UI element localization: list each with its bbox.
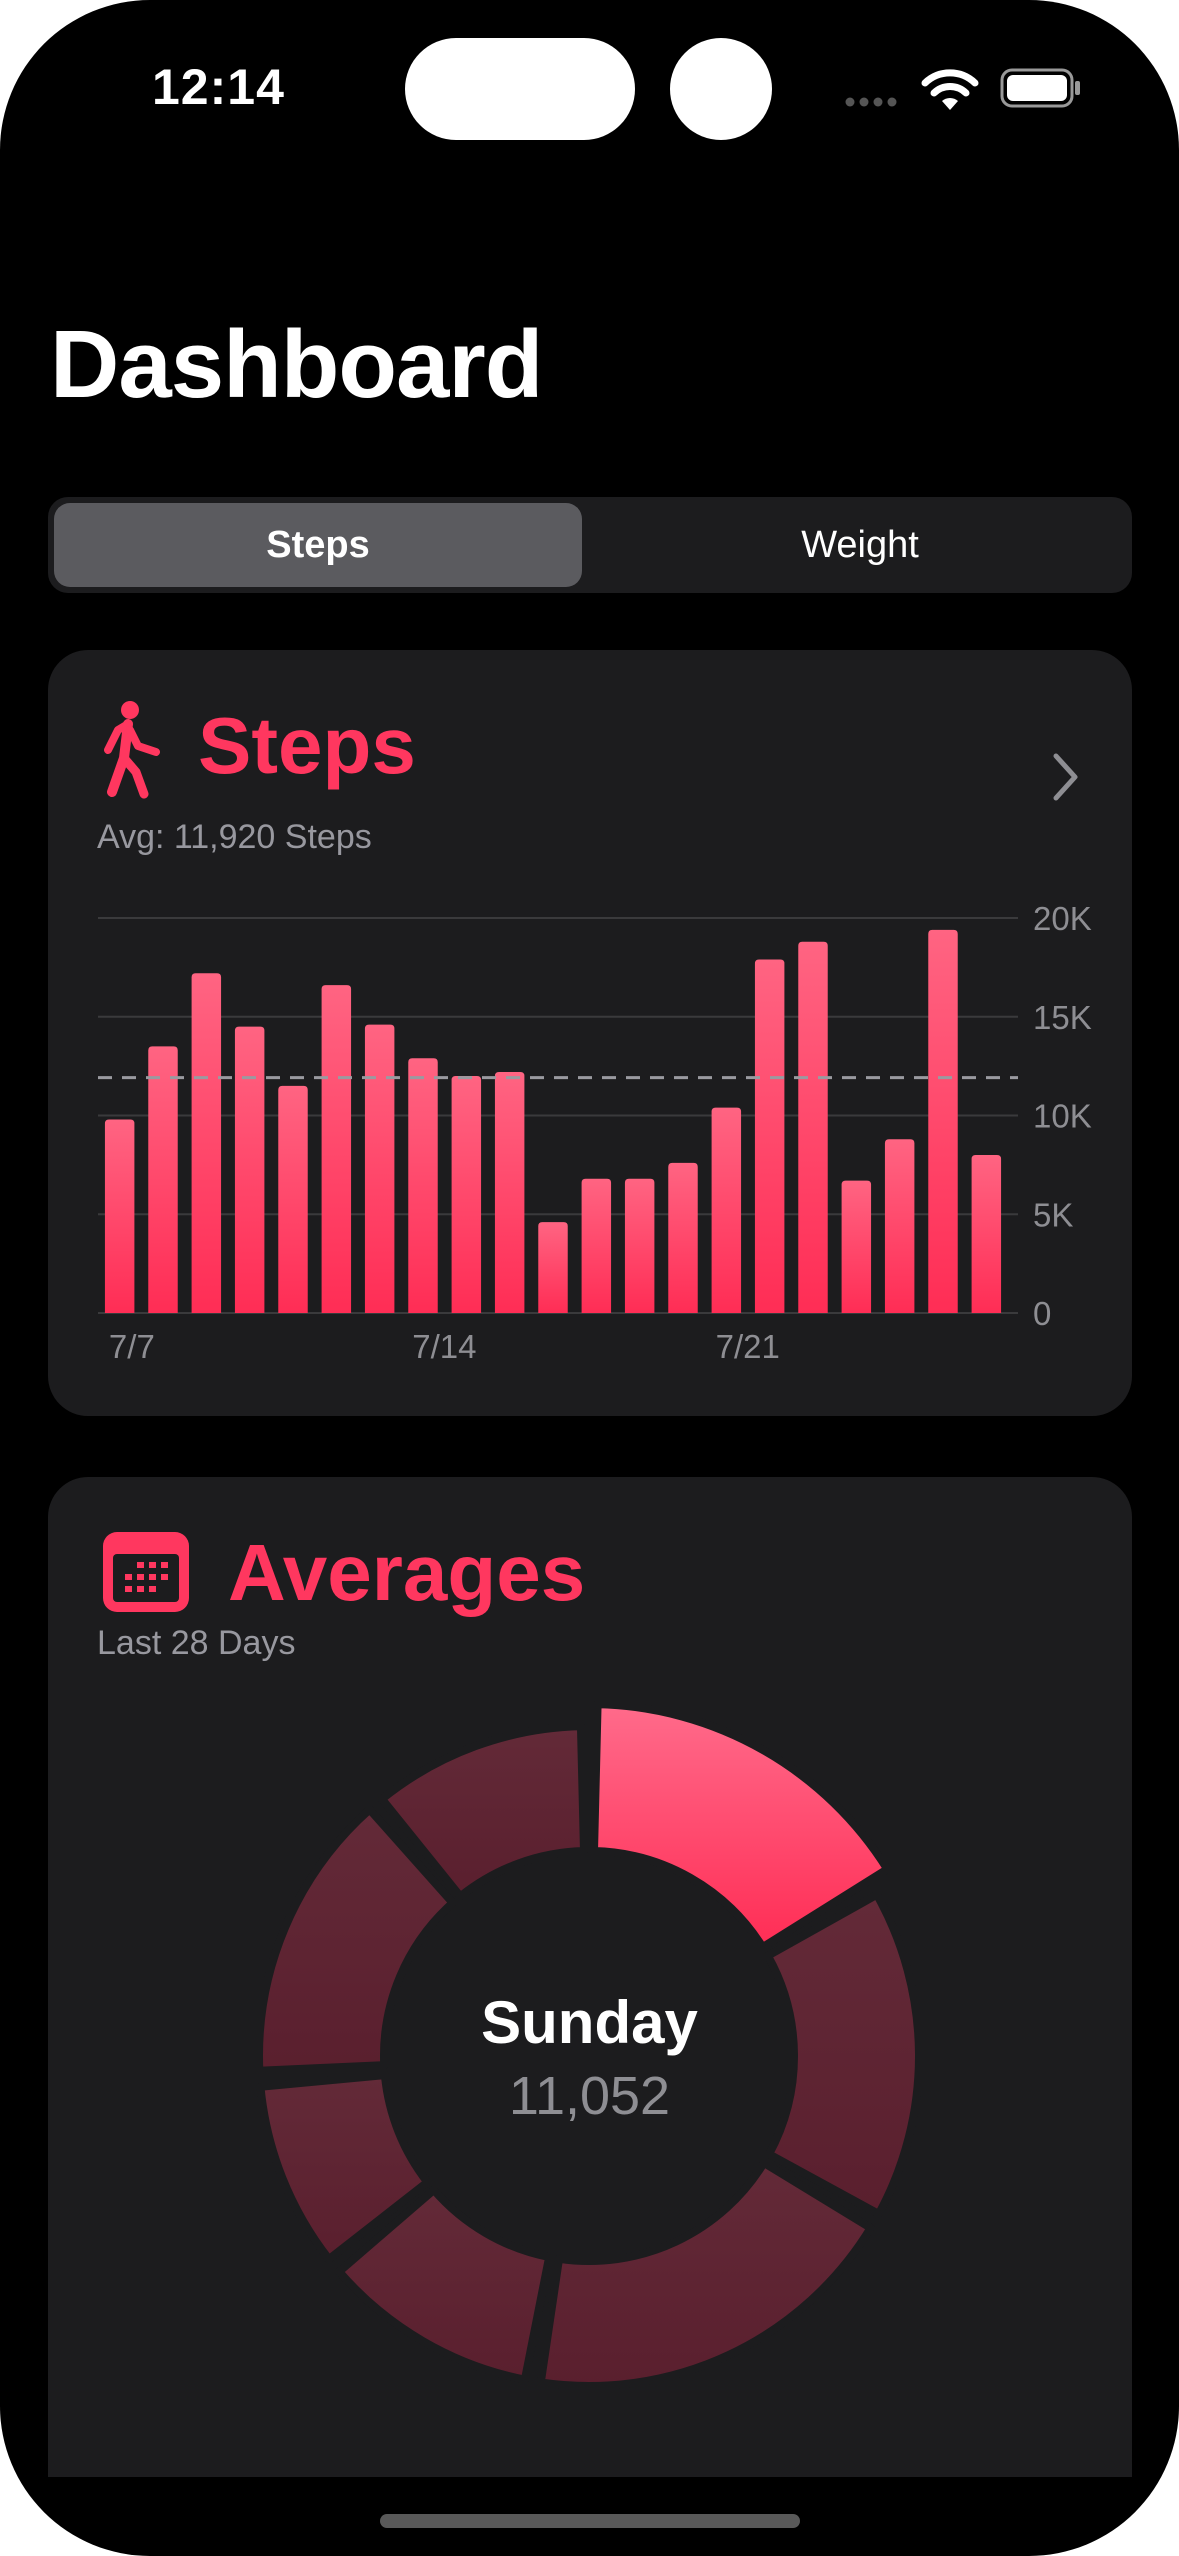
device-screen: 12:14 Dashboard Steps Weight Steps Avg: … (0, 0, 1179, 2556)
donut-center-day: Sunday (481, 1989, 698, 2056)
home-indicator[interactable] (380, 2514, 800, 2528)
donut-center-value: 11,052 (508, 2066, 671, 2126)
donut-slice[interactable] (536, 2158, 875, 2390)
